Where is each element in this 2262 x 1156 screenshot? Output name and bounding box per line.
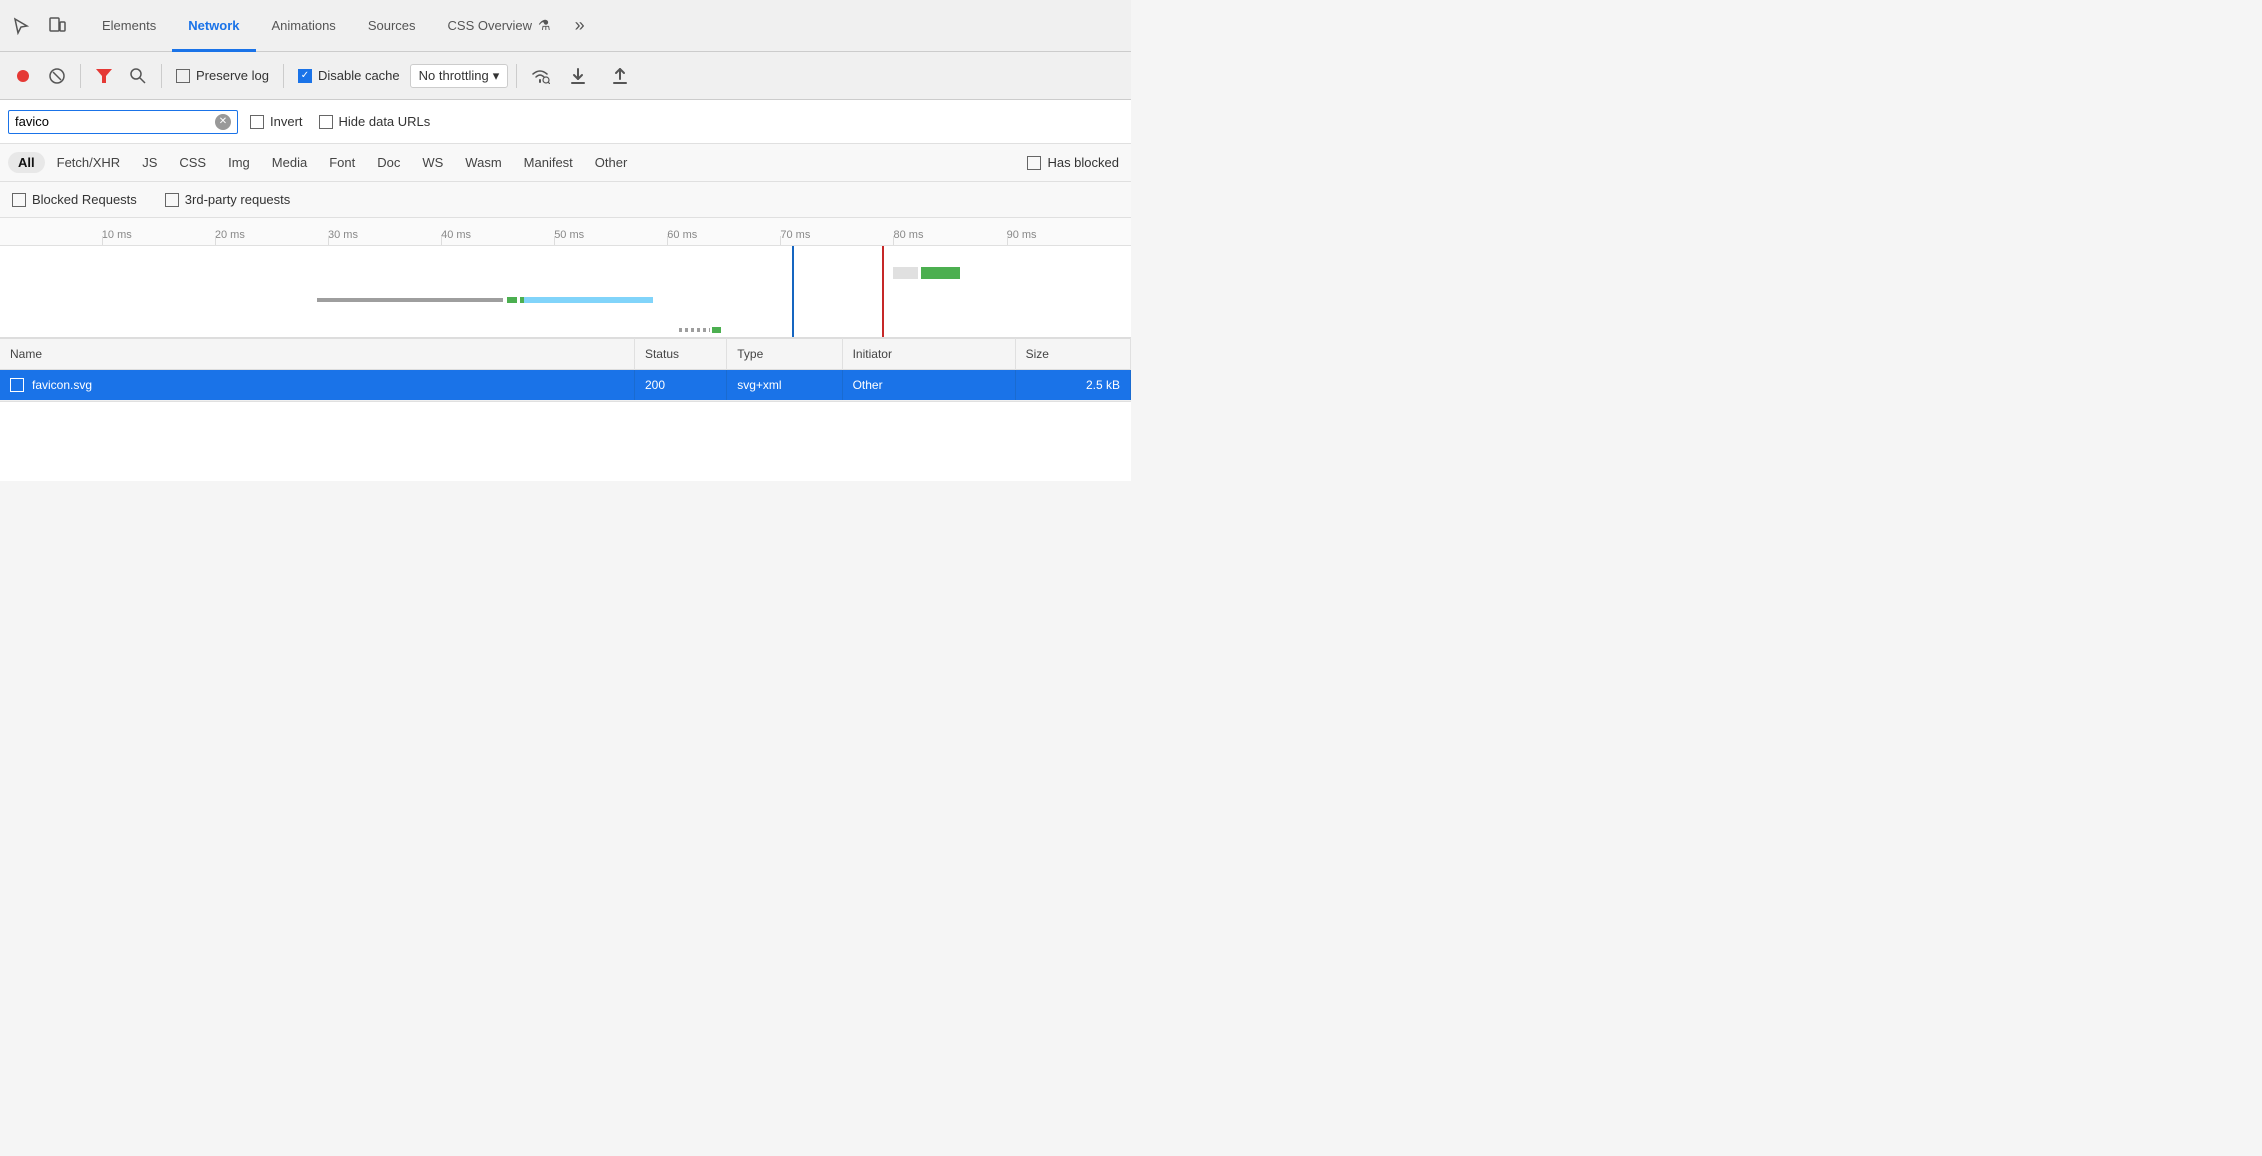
tab-sources[interactable]: Sources: [352, 0, 432, 52]
record-button[interactable]: [8, 61, 38, 91]
wifi-settings-button[interactable]: [525, 61, 555, 91]
tick-80ms: 80 ms: [893, 218, 923, 245]
table-row[interactable]: favicon.svg 200svg+xmlOther2.5 kB: [0, 370, 1131, 401]
devtools-icons: [8, 13, 70, 39]
separator-4: [516, 64, 517, 88]
timeline-ruler: 10 ms 20 ms 30 ms 40 ms 50 ms 60 ms 70 m…: [0, 218, 1131, 246]
device-icon[interactable]: [44, 13, 70, 39]
filter-all[interactable]: All: [8, 152, 45, 173]
blocked-requests-checkbox[interactable]: [12, 193, 26, 207]
preserve-log-checkbox[interactable]: [176, 69, 190, 83]
tick-60ms: 60 ms: [667, 218, 697, 245]
blocked-requests-label[interactable]: Blocked Requests: [8, 192, 141, 207]
hide-data-urls-label[interactable]: Hide data URLs: [315, 114, 435, 129]
blocked-row: Blocked Requests 3rd-party requests: [0, 182, 1131, 218]
preserve-log-label[interactable]: Preserve log: [170, 68, 275, 83]
clear-search-button[interactable]: ✕: [215, 114, 231, 130]
tick-10ms: 10 ms: [102, 218, 132, 245]
network-table: Name Status Type Initiator Size favicon.…: [0, 338, 1131, 401]
export-button[interactable]: [605, 61, 635, 91]
invert-checkbox[interactable]: [250, 115, 264, 129]
separator-1: [80, 64, 81, 88]
tab-network[interactable]: Network: [172, 0, 255, 52]
more-tabs-button[interactable]: »: [567, 15, 593, 36]
type-cell: svg+xml: [727, 370, 842, 401]
import-export-buttons: [563, 61, 635, 91]
separator-3: [283, 64, 284, 88]
network-toolbar: Preserve log ✓ Disable cache No throttli…: [0, 52, 1131, 100]
disable-cache-checkbox[interactable]: ✓: [298, 69, 312, 83]
third-party-label[interactable]: 3rd-party requests: [161, 192, 295, 207]
search-input[interactable]: [15, 114, 209, 129]
tab-animations[interactable]: Animations: [256, 0, 352, 52]
filter-manifest[interactable]: Manifest: [514, 152, 583, 173]
col-header-size[interactable]: Size: [1015, 339, 1130, 370]
filter-doc[interactable]: Doc: [367, 152, 410, 173]
type-filter-row: All Fetch/XHR JS CSS Img Media Font Doc …: [0, 144, 1131, 182]
filter-row: ✕ Invert Hide data URLs: [0, 100, 1131, 144]
css-overview-icon: ⚗: [538, 17, 551, 34]
hide-data-urls-checkbox[interactable]: [319, 115, 333, 129]
filter-wasm[interactable]: Wasm: [455, 152, 511, 173]
col-header-status[interactable]: Status: [634, 339, 726, 370]
filter-fetch-xhr[interactable]: Fetch/XHR: [47, 152, 131, 173]
has-blocked-checkbox[interactable]: [1027, 156, 1041, 170]
file-name: favicon.svg: [32, 378, 92, 392]
tick-90ms: 90 ms: [1007, 218, 1037, 245]
disable-cache-label[interactable]: ✓ Disable cache: [292, 68, 406, 83]
size-cell: 2.5 kB: [1015, 370, 1130, 401]
status-cell: 200: [634, 370, 726, 401]
import-button[interactable]: [563, 61, 593, 91]
clear-button[interactable]: [42, 61, 72, 91]
cursor-icon[interactable]: [8, 13, 34, 39]
filter-other[interactable]: Other: [585, 152, 638, 173]
dom-content-loaded-line: [792, 246, 794, 338]
col-header-type[interactable]: Type: [727, 339, 842, 370]
chevron-down-icon: ▾: [493, 68, 500, 84]
col-header-name[interactable]: Name: [0, 339, 634, 370]
load-line: [882, 246, 884, 338]
search-button[interactable]: [123, 61, 153, 91]
filter-media[interactable]: Media: [262, 152, 317, 173]
separator-2: [161, 64, 162, 88]
tick-50ms: 50 ms: [554, 218, 584, 245]
tab-bar: Elements Network Animations Sources CSS …: [0, 0, 1131, 52]
tick-20ms: 20 ms: [215, 218, 245, 245]
tick-40ms: 40 ms: [441, 218, 471, 245]
table-header-row: Name Status Type Initiator Size: [0, 339, 1131, 370]
col-header-initiator[interactable]: Initiator: [842, 339, 1015, 370]
row-checkbox[interactable]: [10, 378, 24, 392]
filter-font[interactable]: Font: [319, 152, 365, 173]
search-box: ✕: [8, 110, 238, 134]
network-table-container: Name Status Type Initiator Size favicon.…: [0, 338, 1131, 401]
initiator-cell: Other: [842, 370, 1015, 401]
filter-css[interactable]: CSS: [169, 152, 216, 173]
throttle-select[interactable]: No throttling ▾: [410, 64, 509, 88]
timeline-area: 10 ms 20 ms 30 ms 40 ms 50 ms 60 ms 70 m…: [0, 218, 1131, 338]
tab-css-overview[interactable]: CSS Overview ⚗: [432, 0, 567, 52]
tick-70ms: 70 ms: [780, 218, 810, 245]
third-party-checkbox[interactable]: [165, 193, 179, 207]
filter-ws[interactable]: WS: [412, 152, 453, 173]
filter-js[interactable]: JS: [132, 152, 167, 173]
invert-filter-label[interactable]: Invert: [246, 114, 307, 129]
tick-30ms: 30 ms: [328, 218, 358, 245]
empty-area: [0, 401, 1131, 481]
tab-elements[interactable]: Elements: [86, 0, 172, 52]
filter-img[interactable]: Img: [218, 152, 260, 173]
filter-button[interactable]: [89, 61, 119, 91]
has-blocked-label[interactable]: Has blocked: [1023, 155, 1123, 170]
timeline-graph: [0, 246, 1131, 338]
